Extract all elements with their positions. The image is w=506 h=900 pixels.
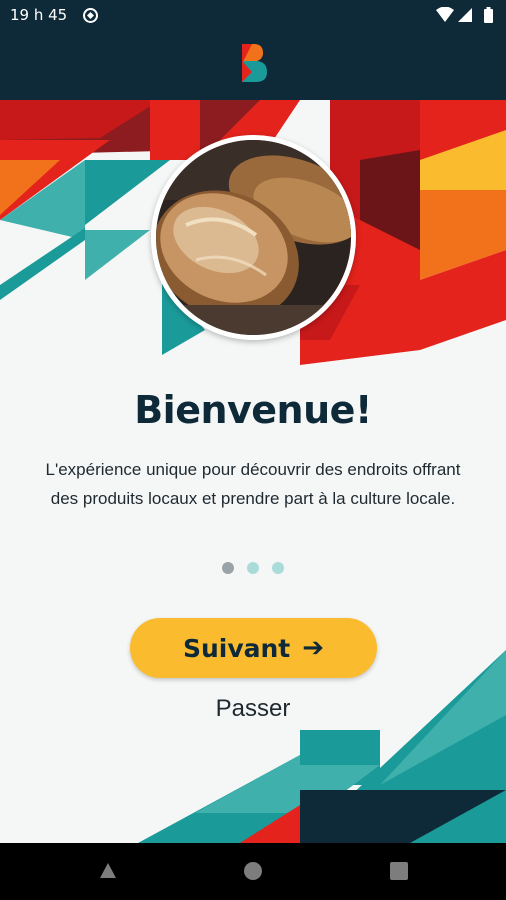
brand-logo bbox=[242, 44, 267, 82]
next-button[interactable]: Suivant ➔ bbox=[130, 618, 377, 678]
wifi-icon bbox=[436, 7, 454, 22]
skip-button[interactable]: Passer bbox=[0, 695, 506, 723]
home-icon[interactable] bbox=[243, 861, 263, 881]
status-icons bbox=[436, 7, 493, 23]
app-bar bbox=[0, 30, 506, 100]
welcome-description: L'expérience unique pour découvrir des e… bbox=[45, 460, 461, 508]
arrow-right-icon: ➔ bbox=[302, 633, 325, 663]
pagination-dot-3[interactable] bbox=[272, 562, 284, 574]
status-bar: 19 h 45 bbox=[0, 0, 506, 30]
back-icon[interactable] bbox=[98, 861, 118, 881]
battery-icon bbox=[484, 9, 493, 23]
bread-photo bbox=[151, 135, 356, 340]
next-button-label: Suivant bbox=[182, 633, 291, 663]
recents-icon[interactable] bbox=[389, 861, 409, 881]
status-time: 19 h 45 bbox=[10, 6, 68, 24]
navigation-bar bbox=[0, 843, 506, 900]
bread-illustration bbox=[156, 140, 351, 335]
pagination-dot-2[interactable] bbox=[247, 562, 259, 574]
pagination-dot-1-active[interactable] bbox=[222, 562, 234, 574]
sync-icon bbox=[83, 8, 98, 23]
signal-icon bbox=[458, 8, 472, 22]
welcome-title: Bienvenue! bbox=[134, 388, 372, 432]
